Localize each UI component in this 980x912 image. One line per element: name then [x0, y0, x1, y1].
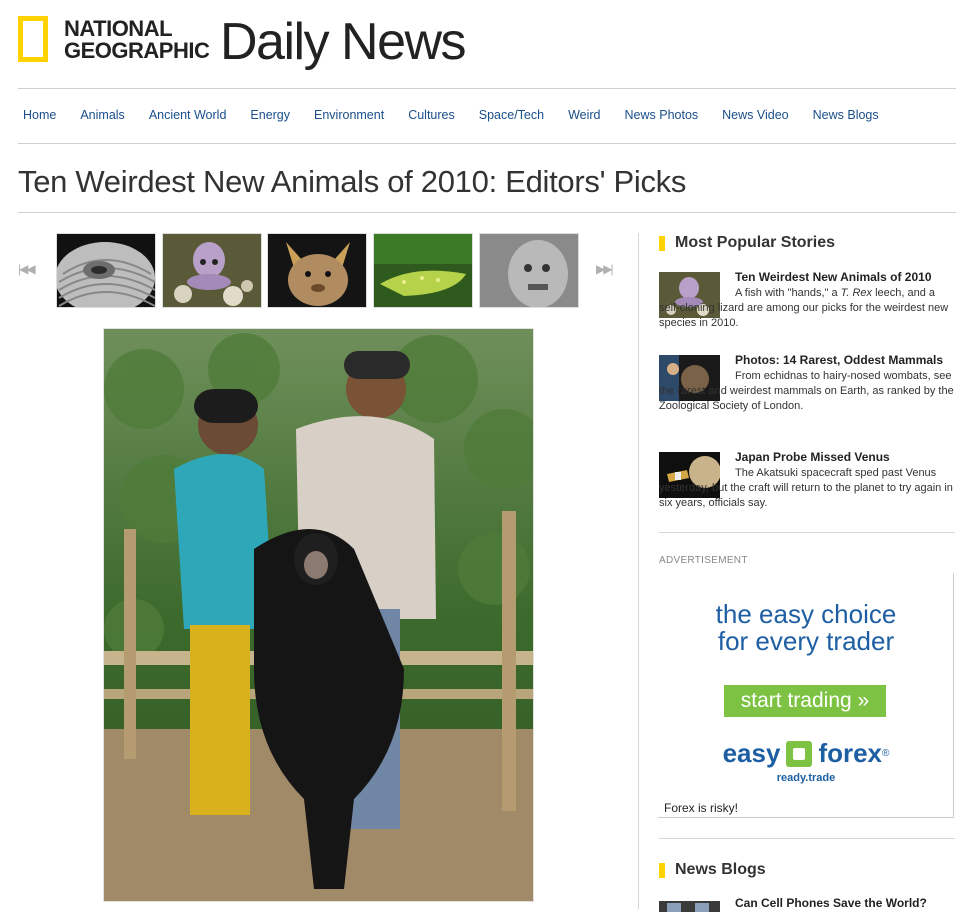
story-title[interactable]: Photos: 14 Rarest, Oddest Mammals — [735, 353, 943, 367]
nav-space-tech[interactable]: Space/Tech — [474, 104, 554, 126]
nav-news-photos[interactable]: News Photos — [620, 104, 709, 126]
story-summary: The Akatsuki spacecraft sped past Venus … — [659, 467, 953, 509]
ad-label: ADVERTISEMENT — [659, 555, 748, 566]
logo-line-1: NATIONAL — [64, 16, 173, 41]
page-title: Ten Weirdest New Animals of 2010: Editor… — [18, 164, 687, 199]
ad-tagline: ready.trade — [776, 772, 836, 784]
blog-thumb[interactable] — [659, 900, 720, 912]
most-popular-heading: Most Popular Stories — [659, 234, 835, 252]
news-blogs-title: News Blogs — [675, 861, 766, 878]
ad-headline[interactable]: the easy choice for every trader — [658, 601, 954, 655]
heading-accent-bar — [659, 862, 665, 878]
gallery-thumb-monkey[interactable] — [479, 233, 579, 308]
nav-home[interactable]: Home — [18, 104, 66, 126]
nav-news-video[interactable]: News Video — [717, 104, 798, 126]
nav-environment[interactable]: Environment — [309, 104, 394, 126]
nav-ancient-world[interactable]: Ancient World — [144, 104, 237, 126]
logo-line-2: GEOGRAPHIC — [64, 38, 210, 63]
nav-divider — [18, 143, 956, 144]
skip-next-icon[interactable]: ▶▶| — [596, 262, 614, 276]
title-divider — [18, 212, 956, 213]
nav-energy[interactable]: Energy — [245, 104, 300, 126]
ad-brand-left: easy — [722, 738, 781, 768]
gallery-thumb-octopus[interactable] — [162, 233, 262, 308]
story-summary: From echidnas to hairy-nosed wombats, se… — [659, 370, 954, 412]
story-title[interactable]: Ten Weirdest New Animals of 2010 — [735, 270, 932, 284]
header-divider — [18, 88, 956, 89]
ad-brand-right: forex — [818, 738, 883, 768]
easy-forex-logo-icon — [786, 740, 813, 767]
ad-headline-line-1: the easy choice — [715, 599, 897, 629]
main-photo — [103, 328, 534, 902]
ng-logo-text[interactable]: NATIONAL GEOGRAPHIC — [64, 16, 210, 63]
summary-part: A fish with "hands," a — [735, 287, 841, 299]
nav-animals[interactable]: Animals — [75, 104, 134, 126]
main-nav: Home Animals Ancient World Energy Enviro… — [18, 104, 898, 126]
gallery-thumb-slug[interactable] — [373, 233, 473, 308]
most-popular-title: Most Popular Stories — [675, 234, 836, 251]
ng-logo-frame[interactable] — [18, 16, 48, 62]
column-divider — [638, 233, 639, 909]
registered-mark: ® — [882, 748, 890, 759]
skip-previous-icon[interactable]: |◀◀ — [18, 262, 36, 276]
popular-story-1[interactable]: Ten Weirdest New Animals of 2010 A fish … — [659, 270, 957, 342]
summary-emphasis: T. Rex — [840, 287, 873, 299]
gallery-thumb-leech[interactable] — [56, 233, 156, 308]
sidebar-divider — [659, 532, 955, 533]
nav-cultures[interactable]: Cultures — [403, 104, 465, 126]
popular-story-3[interactable]: Japan Probe Missed Venus The Akatsuki sp… — [659, 450, 955, 522]
ad-risk-disclaimer: Forex is risky! — [664, 801, 739, 815]
gallery-thumb-bat[interactable] — [267, 233, 367, 308]
popular-story-2[interactable]: Photos: 14 Rarest, Oddest Mammals From e… — [659, 353, 955, 435]
heading-accent-bar — [659, 235, 665, 251]
advertisement[interactable]: the easy choice for every trader start t… — [658, 573, 954, 818]
news-blogs-heading: News Blogs — [659, 861, 766, 879]
start-trading-button[interactable]: start trading » — [724, 685, 886, 717]
sidebar-divider — [659, 838, 955, 839]
section-title[interactable]: Daily News — [220, 10, 467, 74]
story-summary: A fish with "hands," a T. Rex leech, and… — [659, 286, 957, 331]
ad-headline-line-2: for every trader — [717, 626, 895, 656]
nav-news-blogs[interactable]: News Blogs — [808, 104, 889, 126]
ad-brand-logo[interactable]: easy forex ® — [658, 738, 954, 769]
story-title[interactable]: Japan Probe Missed Venus — [735, 450, 890, 464]
blog-story-title[interactable]: Can Cell Phones Save the World? — [735, 896, 927, 910]
nav-weird[interactable]: Weird — [563, 104, 610, 126]
